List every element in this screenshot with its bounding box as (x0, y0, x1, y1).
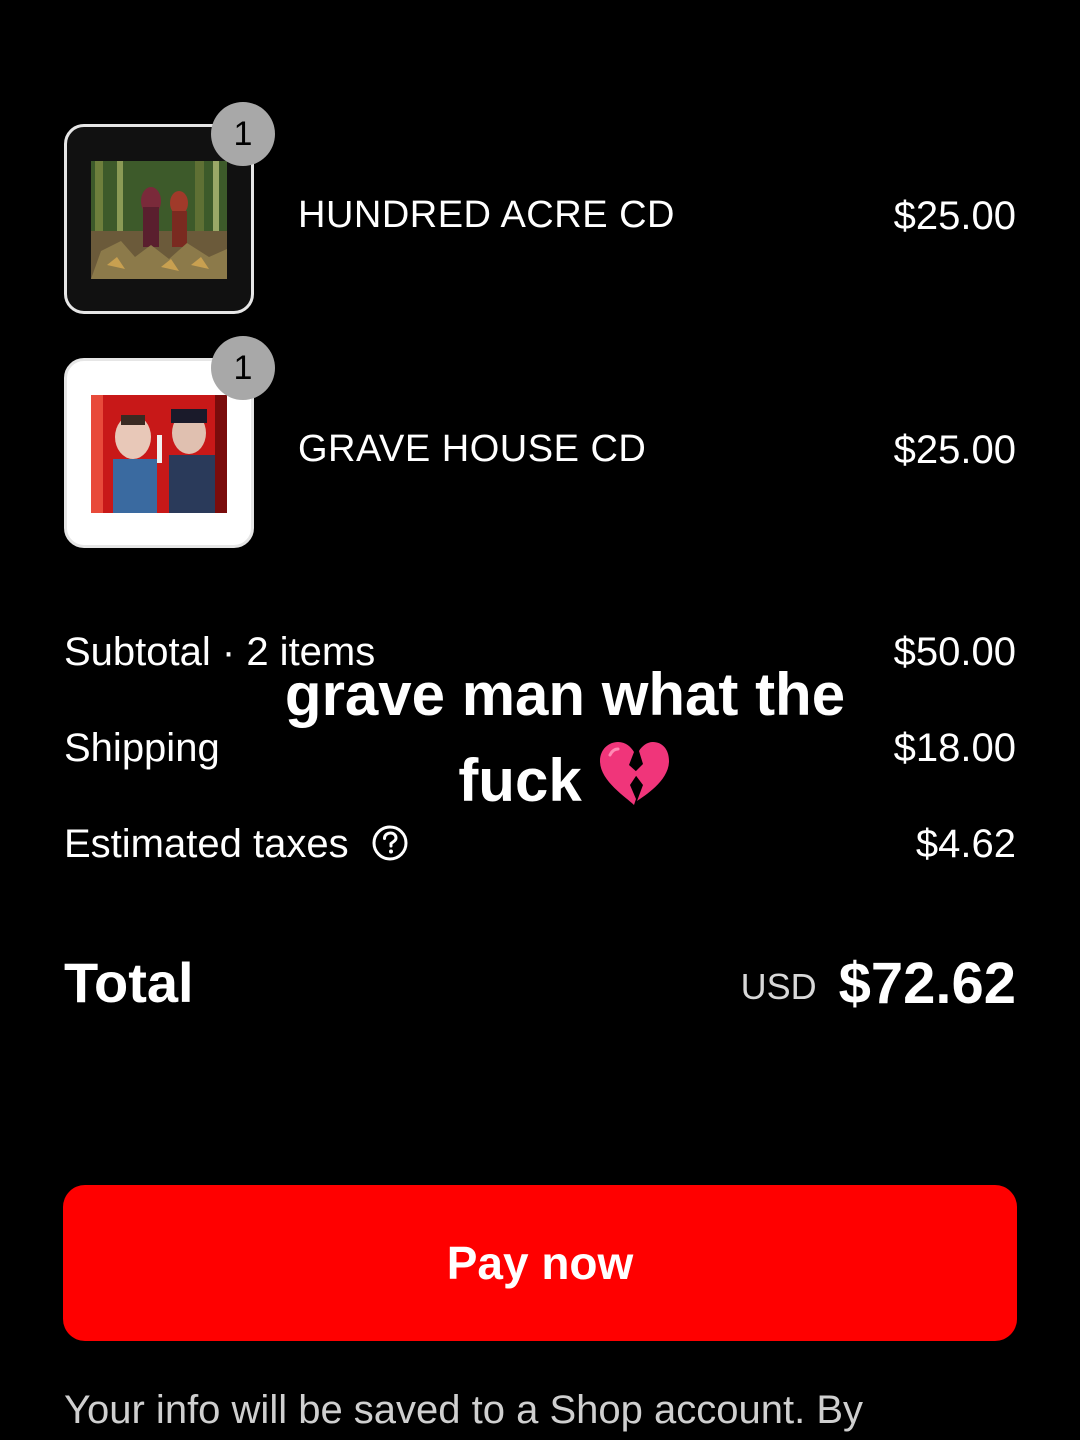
overlay-caption-line-2: fuck (458, 747, 582, 814)
overlay-caption-line-1: grave man what the (284, 661, 846, 728)
album-cover-red-room-image (91, 395, 227, 513)
quantity-badge: 1 (211, 102, 275, 166)
product-price: $25.00 (893, 428, 1016, 472)
total-currency: USD (740, 966, 817, 1007)
line-item: 1 GRAVE HOUSE CD $25.00 (0, 336, 1080, 548)
product-name: HUNDRED ACRE CD (298, 194, 675, 236)
shop-account-notice: Your info will be saved to a Shop accoun… (64, 1388, 864, 1432)
question-circle-icon[interactable] (371, 824, 409, 862)
taxes-row: Estimated taxes $4.62 (64, 822, 1016, 872)
total-label: Total (64, 951, 194, 1014)
overlay-caption: grave man what the fuck (0, 652, 1080, 824)
checkout-summary-page: 1 HUNDRED ACRE CD $25.00 1 GRAVE HOUSE C… (0, 0, 1080, 1440)
album-cover-forest-image (91, 161, 227, 279)
product-name: GRAVE HOUSE CD (298, 428, 647, 470)
broken-heart-icon (599, 742, 669, 805)
total-amount: $72.62 (838, 951, 1016, 1016)
line-item: 1 HUNDRED ACRE CD $25.00 (0, 102, 1080, 314)
pay-now-button[interactable]: Pay now (63, 1185, 1017, 1341)
taxes-value: $4.62 (915, 822, 1016, 866)
taxes-label: Estimated taxes (64, 822, 349, 866)
product-price: $25.00 (893, 194, 1016, 238)
quantity-badge: 1 (211, 336, 275, 400)
total-row: Total USD $72.62 (64, 950, 1016, 1020)
